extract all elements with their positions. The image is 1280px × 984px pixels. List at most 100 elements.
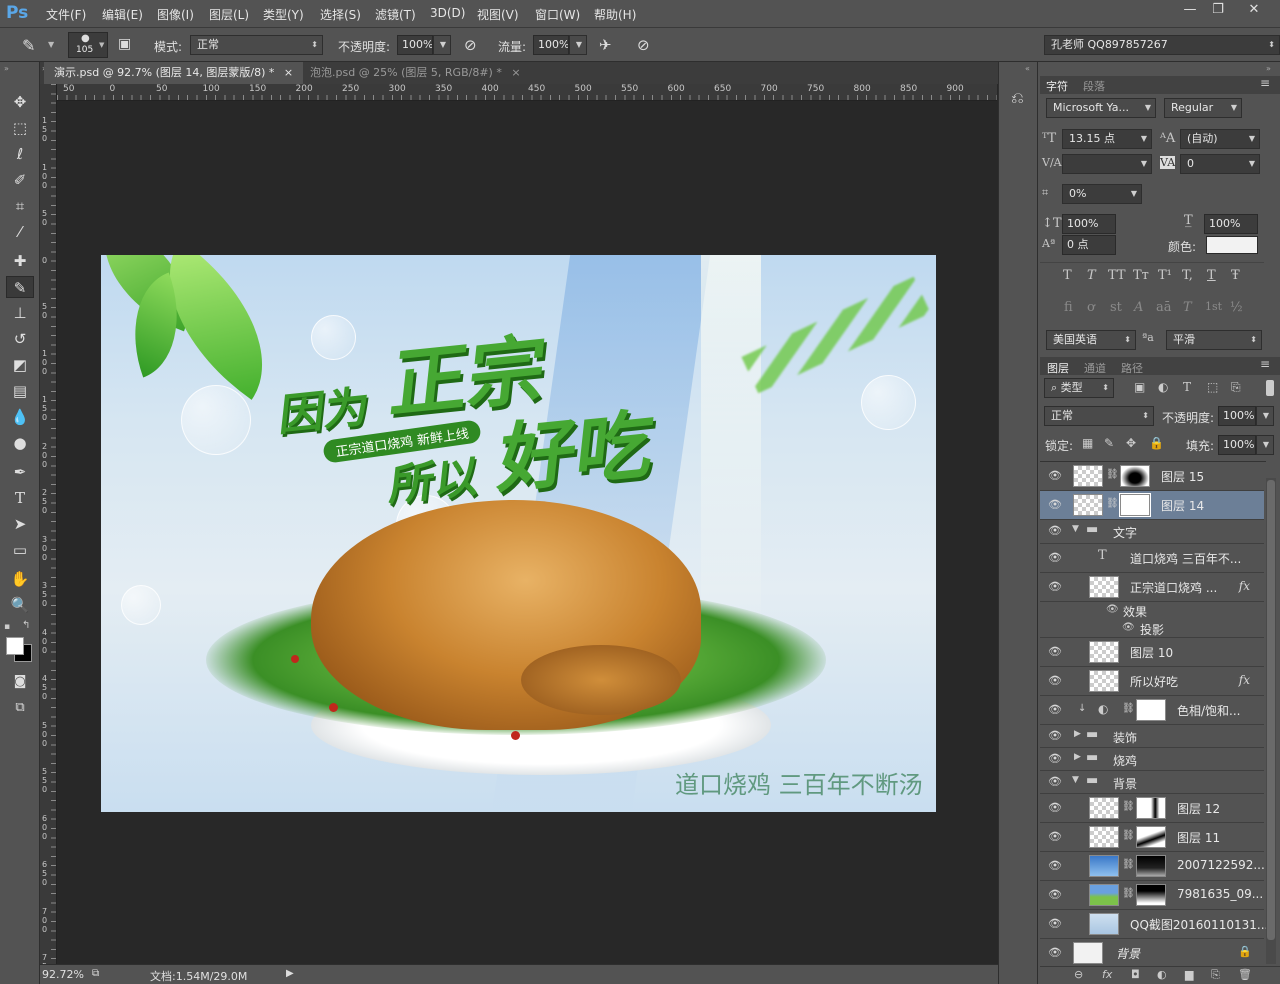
tracking-input[interactable]: 0 ▼ (1180, 154, 1260, 174)
dodge-tool-icon[interactable]: ● (6, 432, 34, 454)
language-select[interactable]: 美国英语 ⬍ (1046, 330, 1136, 350)
add-mask-icon[interactable]: ◘ (1131, 968, 1140, 981)
menu-view[interactable]: 视图(V) (477, 6, 519, 23)
visibility-eye-icon[interactable]: 👁 (1048, 703, 1062, 716)
visibility-eye-icon[interactable]: 👁 (1048, 674, 1062, 687)
superscript-button[interactable]: T¹ (1158, 268, 1172, 283)
visibility-eye-icon[interactable]: 👁 (1048, 498, 1062, 511)
visibility-eye-icon[interactable]: 👁 (1048, 524, 1062, 537)
layer-row[interactable]: 👁 ⛓ 7981635_09... (1040, 881, 1264, 910)
collapse-tools-icon[interactable]: » (4, 64, 9, 73)
group-collapse-icon[interactable]: ▶ (1074, 752, 1081, 762)
menu-3d[interactable]: 3D(D) (430, 6, 465, 20)
path-select-tool-icon[interactable]: ➤ (6, 513, 34, 535)
layer-filter-select[interactable]: ⌕ 类型 ⬍ (1044, 378, 1114, 398)
layer-row[interactable]: 👁 ⛓ 图层 11 (1040, 823, 1264, 852)
lasso-tool-icon[interactable]: ℓ (6, 143, 34, 165)
font-style-select[interactable]: Regular ▼ (1164, 98, 1242, 118)
visibility-eye-icon[interactable]: 👁 (1048, 752, 1062, 765)
visibility-eye-icon[interactable]: 👁 (1048, 469, 1062, 482)
default-colors-icon[interactable]: ▪ (4, 622, 10, 632)
marquee-tool-icon[interactable]: ⬚ (6, 117, 34, 139)
all-caps-button[interactable]: TT (1108, 268, 1126, 283)
layer-row[interactable]: 👁 图层 10 (1040, 638, 1264, 667)
opacity-input[interactable]: 100% (397, 35, 433, 55)
tab-bubble-close-icon[interactable]: × (511, 66, 520, 79)
baseline-shift-input[interactable]: 0 点 (1062, 235, 1116, 255)
discretionary-ligatures-button[interactable]: st (1110, 300, 1122, 315)
tab-demo-close-icon[interactable]: × (284, 66, 293, 79)
stylistic-alternates-button[interactable]: aā (1156, 300, 1172, 315)
tab-bubble-psd[interactable]: 泡泡.psd @ 25% (图层 5, RGB/8#) * × (300, 62, 531, 84)
fill-dropdown[interactable]: ▼ (1256, 435, 1274, 455)
eyedropper-tool-icon[interactable]: ⁄ (6, 221, 34, 243)
horizontal-scale-input[interactable]: 100% (1204, 214, 1258, 234)
link-icon[interactable]: ⛓ (1122, 888, 1135, 899)
titling-alternates-button[interactable]: T (1183, 300, 1192, 315)
kerning-input[interactable]: ▼ (1062, 154, 1152, 174)
tab-channels[interactable]: 通道 (1084, 360, 1106, 376)
layer-row[interactable]: 👁 T 道口烧鸡 三百年不... (1040, 544, 1264, 573)
adjustment-layer-row[interactable]: 👁 ↓ ◐ ⛓ 色相/饱和... (1040, 696, 1264, 725)
swap-colors-icon[interactable]: ↰ (22, 620, 30, 631)
layer-row-selected[interactable]: 👁 ⛓ 图层 14 (1040, 491, 1264, 520)
mode-select[interactable]: 正常 ⬍ (190, 35, 323, 55)
effects-row[interactable]: 👁 效果 (1040, 602, 1264, 620)
background-layer-row[interactable]: 👁 背景 🔒 (1040, 939, 1264, 968)
menu-edit[interactable]: 编辑(E) (102, 6, 143, 23)
menu-type[interactable]: 类型(Y) (263, 6, 304, 23)
shape-tool-icon[interactable]: ▭ (6, 539, 34, 561)
underline-button[interactable]: T (1207, 268, 1216, 283)
lock-all-icon[interactable]: 🔒 (1149, 436, 1164, 450)
foreground-color-swatch[interactable] (6, 637, 24, 655)
brush-tool-icon[interactable]: ✎ (6, 276, 34, 298)
link-icon[interactable]: ⛓ (1122, 703, 1135, 714)
ligatures-button[interactable]: fi (1064, 300, 1073, 315)
layer-row[interactable]: 👁 QQ截图20160110131... (1040, 910, 1268, 939)
blur-tool-icon[interactable]: 💧 (6, 406, 34, 428)
brush-picker[interactable]: ● 105 ▼ (68, 32, 108, 58)
drop-shadow-row[interactable]: 👁 投影 (1040, 620, 1264, 638)
leading-input[interactable]: (自动) ▼ (1180, 129, 1260, 149)
document-canvas[interactable]: 因为 正宗 正宗道口烧鸡 新鲜上线 所以 好吃 道口烧鸡 三百年不断汤 (101, 255, 936, 812)
visibility-eye-icon[interactable]: 👁 (1048, 917, 1062, 930)
fractions-button[interactable]: ½ (1230, 300, 1243, 315)
crop-tool-icon[interactable]: ⌗ (6, 195, 34, 217)
swash-button[interactable]: A (1134, 300, 1143, 315)
brush-tool-preset-icon[interactable]: ✎ (22, 36, 35, 55)
faux-bold-button[interactable]: T (1063, 268, 1072, 283)
visibility-eye-icon[interactable]: 👁 (1048, 888, 1062, 901)
right-panel-collapse-icon[interactable]: » (1266, 64, 1271, 73)
lock-pixels-icon[interactable]: ✎ (1104, 436, 1114, 450)
restore-button[interactable]: ❐ (1204, 0, 1232, 20)
preset-dropdown-icon[interactable]: ▼ (48, 40, 54, 49)
fill-input[interactable]: 100% (1218, 435, 1256, 455)
layer-row[interactable]: 👁 正宗道口烧鸡 ... fx (1040, 573, 1264, 602)
filter-adjustment-icon[interactable]: ◐ (1158, 380, 1168, 394)
visibility-eye-icon[interactable]: 👁 (1048, 729, 1062, 742)
layer-row[interactable]: 👁 ⛓ 2007122592... (1040, 852, 1265, 881)
vertical-scale-input[interactable]: 100% (1062, 214, 1116, 234)
link-icon[interactable]: ⛓ (1122, 801, 1135, 812)
link-layers-icon[interactable]: ⊖ (1074, 968, 1083, 981)
layers-scrollbar[interactable] (1266, 478, 1276, 964)
filter-shape-icon[interactable]: ⬚ (1207, 380, 1218, 394)
menu-layer[interactable]: 图层(L) (209, 6, 249, 23)
faux-italic-button[interactable]: T (1087, 268, 1096, 283)
zoom-tool-icon[interactable]: 🔍 (6, 594, 34, 616)
group-collapse-icon[interactable]: ▶ (1074, 729, 1081, 739)
small-caps-button[interactable]: Tт (1133, 268, 1149, 283)
ordinals-button[interactable]: 1st (1205, 300, 1222, 313)
layer-group-row[interactable]: 👁 ▼ ▬ 文字 (1040, 520, 1264, 544)
visibility-eye-icon[interactable]: 👁 (1048, 830, 1062, 843)
vertical-ruler[interactable]: 1 5 0 1 0 0 5 0 0 5 0 1 0 0 1 5 0 2 0 0 2 5 0 3 0… (40, 84, 57, 964)
status-share-icon[interactable]: ⧉ (92, 968, 99, 979)
link-icon[interactable]: ⛓ (1122, 830, 1135, 841)
menu-image[interactable]: 图像(I) (157, 6, 194, 23)
text-color-swatch[interactable] (1206, 236, 1258, 254)
airbrush-icon[interactable]: ✈ (599, 36, 612, 54)
visibility-eye-icon[interactable]: 👁 (1048, 775, 1062, 788)
tab-paragraph[interactable]: 段落 (1083, 78, 1105, 94)
screen-mode-icon[interactable]: ⧉ (6, 697, 34, 719)
tab-character[interactable]: 字符 (1046, 78, 1068, 94)
